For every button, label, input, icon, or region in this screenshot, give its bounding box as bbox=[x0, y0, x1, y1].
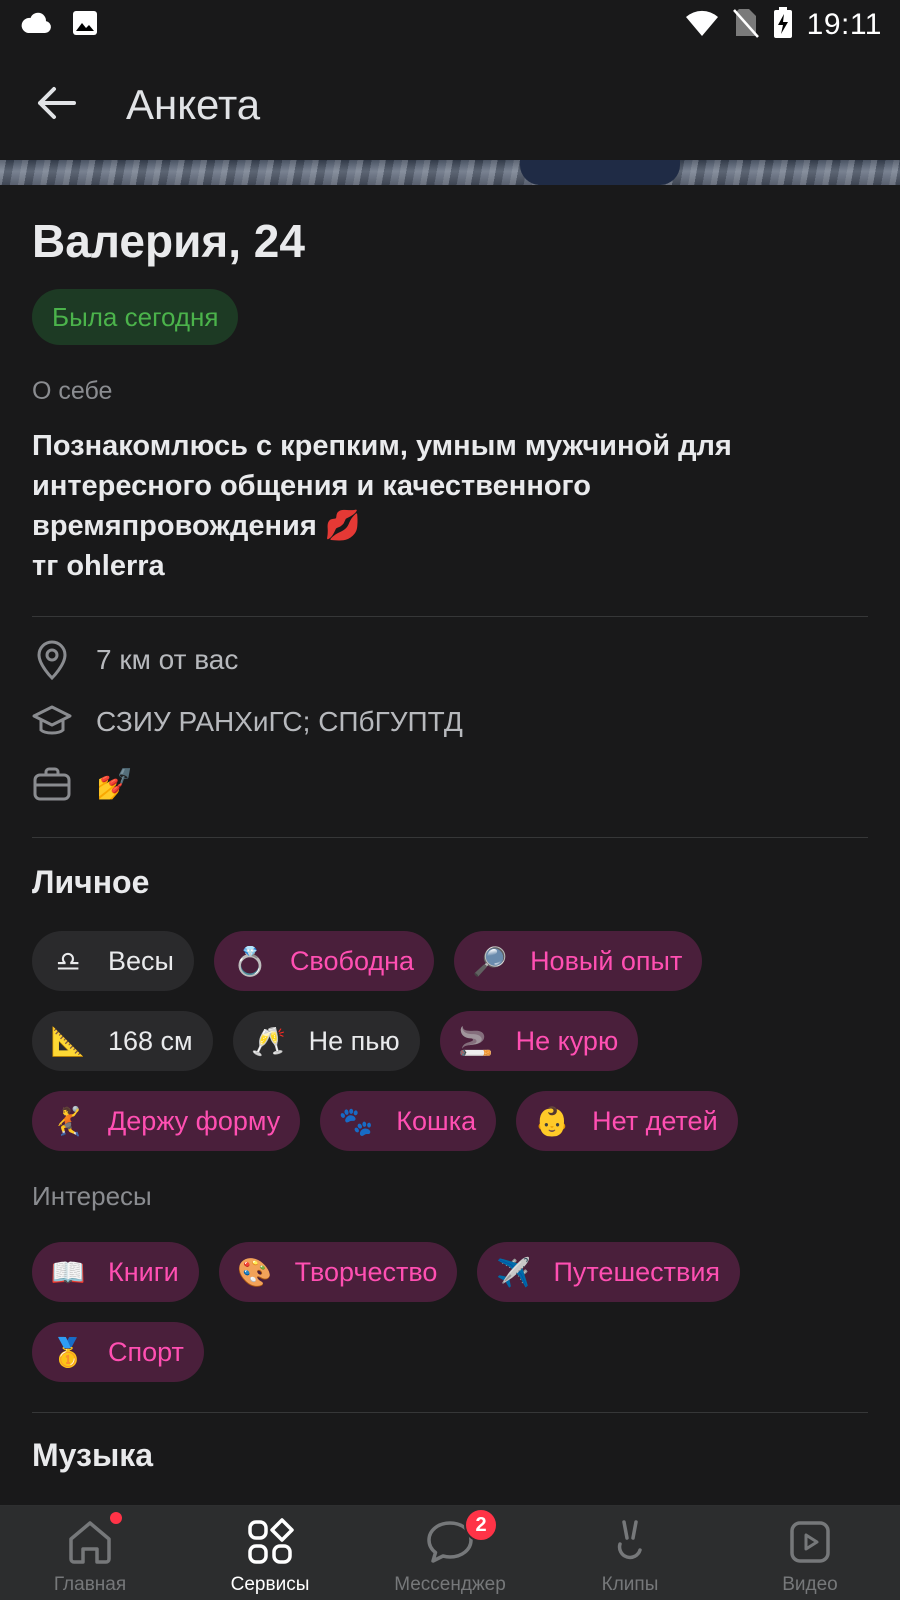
profile-name: Валерия, 24 bbox=[32, 215, 305, 267]
personal-section-title: Личное bbox=[32, 864, 150, 900]
chip-label: Не пью bbox=[308, 1025, 400, 1056]
clips-icon bbox=[604, 1516, 656, 1568]
divider bbox=[32, 837, 868, 838]
music-section-title: Музыка bbox=[32, 1437, 154, 1473]
work-text: 💅 bbox=[96, 767, 134, 801]
chip-label: Путешествия bbox=[553, 1256, 721, 1287]
battery-charging-icon bbox=[773, 6, 793, 44]
interest-chips: 📖 Книги 🎨 Творчество ✈️ Путешествия 🥇 Спорт bbox=[32, 1242, 868, 1382]
profile-content: Валерия, 24 Была сегодня О себе Познаком… bbox=[0, 185, 900, 1505]
video-icon bbox=[784, 1516, 836, 1568]
nav-label-messenger: Мессенджер bbox=[394, 1574, 506, 1595]
chip[interactable]: 📐 168 см bbox=[32, 1011, 213, 1071]
chip-emoji-icon: 🐾 bbox=[338, 1104, 374, 1138]
education-text: СЗИУ РАНХиГС; СПбГУПТД bbox=[96, 706, 463, 737]
info-row-education: СЗИУ РАНХиГС; СПбГУПТД bbox=[32, 691, 868, 753]
chip[interactable]: 🐾 Кошка bbox=[320, 1091, 497, 1151]
nav-item-services[interactable]: Сервисы bbox=[180, 1506, 360, 1600]
chip-label: Нет детей bbox=[592, 1105, 718, 1136]
nav-label-video: Видео bbox=[782, 1574, 838, 1595]
unread-count-badge: 2 bbox=[464, 1508, 498, 1542]
chip-emoji-icon: 🤾 bbox=[50, 1104, 86, 1138]
chip[interactable]: 🥂 Не пью bbox=[232, 1011, 420, 1071]
page-title: Анкета bbox=[126, 81, 261, 128]
chip-emoji-icon: 🥇 bbox=[50, 1335, 86, 1369]
back-button[interactable] bbox=[26, 75, 86, 135]
nav-item-messenger[interactable]: 2 Мессенджер bbox=[360, 1506, 540, 1600]
bottom-navigation: Главная Сервисы 2 Мессенджер Клипы Видео bbox=[0, 1505, 900, 1600]
info-row-work: 💅 bbox=[32, 753, 868, 815]
no-sim-icon bbox=[732, 8, 759, 43]
chip-label: Свободна bbox=[289, 945, 415, 976]
personal-chips: ♎ Весы 💍 Свободна 🔎 Новый опыт 📐 168 см 🥂 Не пью 🚬… bbox=[32, 931, 868, 1151]
chip-emoji-icon: 📐 bbox=[50, 1024, 86, 1058]
chip[interactable]: 🤾 Держу форму bbox=[32, 1091, 301, 1151]
online-status-badge: Была сегодня bbox=[32, 289, 239, 345]
messenger-icon: 2 bbox=[424, 1508, 498, 1568]
info-list: 7 км от вас СЗИУ РАНХиГС; СПбГУПТД 💅 bbox=[32, 629, 868, 815]
chip-label: Кошка bbox=[396, 1105, 477, 1136]
chip-emoji-icon: 🥂 bbox=[251, 1024, 287, 1058]
divider bbox=[32, 616, 868, 617]
chip[interactable]: 🎨 Творчество bbox=[218, 1242, 458, 1302]
chip-label: Книги bbox=[108, 1256, 179, 1287]
home-icon bbox=[64, 1512, 122, 1568]
chip-emoji-icon: 🔎 bbox=[472, 944, 508, 978]
chip-label: Весы bbox=[108, 945, 174, 976]
chip-emoji-icon: 👶 bbox=[534, 1104, 570, 1138]
briefcase-icon bbox=[32, 764, 72, 804]
chip-emoji-icon: 📖 bbox=[50, 1255, 86, 1289]
distance-text: 7 км от вас bbox=[96, 644, 239, 675]
chip-label: Держу форму bbox=[108, 1105, 281, 1136]
chip-label: Новый опыт bbox=[530, 945, 683, 976]
chip-label: Творчество bbox=[294, 1256, 438, 1287]
about-text: Познакомлюсь с крепким, умным мужчиной д… bbox=[32, 430, 732, 582]
chip[interactable]: ♎ Весы bbox=[32, 931, 194, 991]
interests-caption: Интересы bbox=[32, 1181, 152, 1211]
status-time: 19:11 bbox=[806, 8, 882, 41]
chip-emoji-icon: ✈️ bbox=[496, 1255, 531, 1289]
info-row-distance: 7 км от вас bbox=[32, 629, 868, 691]
arrow-left-icon bbox=[36, 86, 76, 125]
wifi-icon bbox=[685, 9, 719, 42]
profile-screen: 19:11 Анкета Валерия, 24 Была сегодня О … bbox=[0, 0, 900, 1600]
chip-emoji-icon: 💍 bbox=[232, 944, 268, 978]
nav-item-clips[interactable]: Клипы bbox=[540, 1506, 720, 1600]
nav-label-services: Сервисы bbox=[230, 1574, 310, 1595]
chip[interactable]: 🔎 Новый опыт bbox=[454, 931, 703, 991]
chip[interactable]: 🥇 Спорт bbox=[32, 1322, 204, 1382]
top-app-bar: Анкета bbox=[0, 50, 900, 160]
chip-label: 168 см bbox=[108, 1025, 193, 1056]
nav-label-home: Главная bbox=[53, 1574, 127, 1595]
chip-label: Не курю bbox=[515, 1025, 619, 1056]
cloud-icon bbox=[20, 11, 52, 40]
about-caption: О себе bbox=[32, 377, 113, 405]
services-icon bbox=[244, 1516, 296, 1568]
chip-emoji-icon: 🎨 bbox=[237, 1255, 273, 1289]
nav-item-home[interactable]: Главная bbox=[0, 1506, 180, 1600]
chip-emoji-icon: ♎ bbox=[55, 944, 81, 978]
education-cap-icon bbox=[32, 702, 72, 742]
chip[interactable]: 🚬 Не курю bbox=[439, 1011, 639, 1071]
profile-photo[interactable] bbox=[0, 160, 900, 185]
chip[interactable]: ✈️ Путешествия bbox=[477, 1242, 741, 1302]
location-pin-icon bbox=[32, 640, 72, 680]
nav-label-clips: Клипы bbox=[601, 1574, 659, 1595]
chip[interactable]: 📖 Книги bbox=[32, 1242, 199, 1302]
image-icon bbox=[72, 10, 98, 41]
chip-emoji-icon: 🚬 bbox=[458, 1024, 494, 1058]
chip[interactable]: 👶 Нет детей bbox=[516, 1091, 738, 1151]
nav-item-video[interactable]: Видео bbox=[720, 1506, 900, 1600]
chip[interactable]: 💍 Свободна bbox=[213, 931, 435, 991]
chip-label: Спорт bbox=[108, 1336, 184, 1367]
divider bbox=[32, 1412, 868, 1413]
status-bar: 19:11 bbox=[0, 0, 900, 50]
notification-dot bbox=[110, 1512, 122, 1524]
